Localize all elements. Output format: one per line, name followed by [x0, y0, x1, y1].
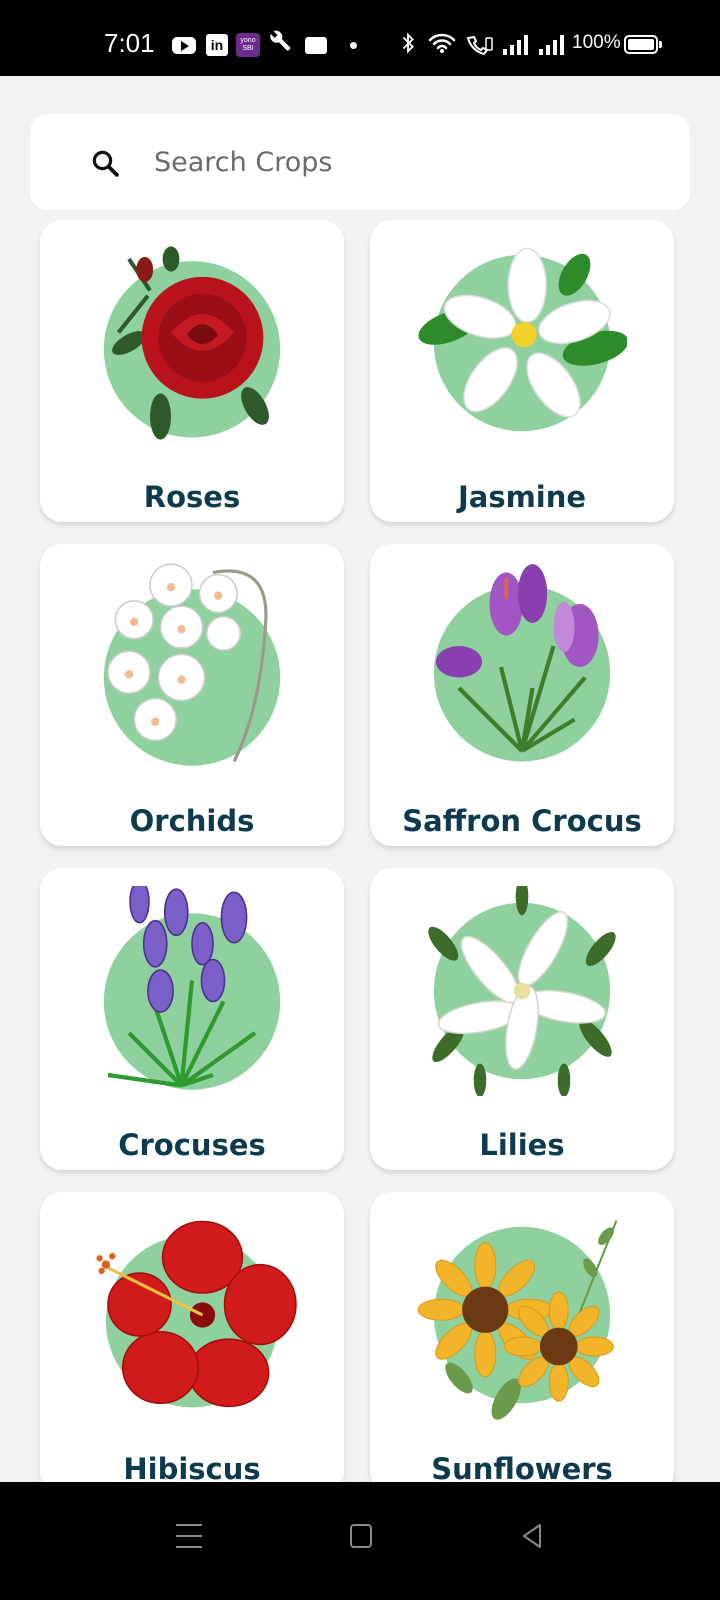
home-button[interactable]	[350, 1524, 372, 1548]
battery-icon	[624, 35, 662, 54]
yono-sub-text: SBI	[242, 45, 254, 52]
battery-percent: 100%	[572, 32, 621, 53]
saffron-crocus-icon	[433, 564, 611, 762]
crop-label: Saffron Crocus	[402, 804, 642, 838]
youtube-icon	[172, 37, 196, 54]
crop-grid: Roses Jasmine Orchids Saffron Crocus Cro…	[0, 220, 720, 1482]
crop-card-crocuses[interactable]: Crocuses	[40, 868, 344, 1170]
crocus-icon	[103, 886, 281, 1090]
crop-label: Crocuses	[118, 1128, 266, 1162]
crop-label: Roses	[143, 480, 241, 514]
crop-label: Hibiscus	[123, 1452, 261, 1482]
signal-icon	[502, 34, 528, 56]
yono-sbi-icon: yono SBI	[236, 33, 260, 57]
crop-label: Jasmine	[457, 480, 587, 514]
lily-icon	[428, 886, 616, 1096]
dot-icon	[350, 42, 357, 49]
search-bar[interactable]	[30, 114, 690, 210]
linkedin-icon: in	[206, 34, 228, 56]
orchid-icon	[103, 563, 281, 766]
rose-icon	[103, 246, 281, 440]
jasmine-icon	[418, 247, 627, 432]
crop-label: Lilies	[479, 1128, 565, 1162]
wrench-icon	[270, 30, 292, 52]
signal-icon	[538, 34, 564, 56]
navigation-bar	[0, 1482, 720, 1600]
crop-card-saffron-crocus[interactable]: Saffron Crocus	[370, 544, 674, 846]
recent-apps-button[interactable]	[176, 1524, 202, 1548]
search-icon	[92, 150, 119, 177]
crop-label: Sunflowers	[431, 1452, 613, 1482]
back-button[interactable]	[520, 1522, 544, 1550]
status-bar: 7:01 in yono SBI 100%	[0, 0, 720, 76]
sunflower-icon	[417, 1220, 618, 1420]
bluetooth-icon	[400, 32, 416, 54]
crop-label: Orchids	[129, 804, 255, 838]
crop-card-jasmine[interactable]: Jasmine	[370, 220, 674, 522]
crop-card-sunflowers[interactable]: Sunflowers	[370, 1192, 674, 1482]
search-input[interactable]	[154, 138, 654, 186]
crop-card-orchids[interactable]: Orchids	[40, 544, 344, 846]
hibiscus-icon	[96, 1220, 297, 1408]
yono-text: yono	[240, 37, 256, 44]
clock: 7:01	[104, 28, 155, 58]
crop-card-roses[interactable]: Roses	[40, 220, 344, 522]
crop-card-lilies[interactable]: Lilies	[370, 868, 674, 1170]
crop-card-hibiscus[interactable]: Hibiscus	[40, 1192, 344, 1482]
card-icon	[305, 37, 327, 54]
wifi-calling-icon	[466, 34, 494, 56]
wifi-icon	[428, 32, 456, 54]
